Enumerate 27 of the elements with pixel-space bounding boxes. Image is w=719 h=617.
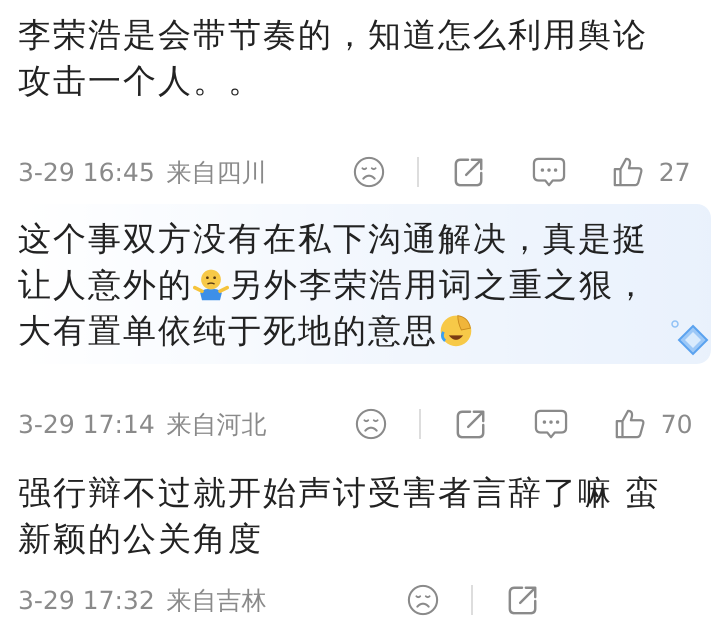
comment-icon[interactable] xyxy=(530,156,567,188)
comment-time: 3-29 17:32 xyxy=(18,586,155,614)
like-count: 27 xyxy=(658,158,691,186)
comment-text: 让人意外的 xyxy=(18,265,193,304)
comment-location: 来自四川 xyxy=(166,156,268,188)
thumbs-up-icon[interactable] xyxy=(612,408,647,440)
comment-text: 强行辩不过就开始声讨受害者言辞了嘛 蛮 xyxy=(18,473,660,512)
comment-icon[interactable] xyxy=(532,408,569,440)
comment-text: 新颖的公关角度 xyxy=(18,519,263,558)
sad-face-icon[interactable] xyxy=(406,584,439,616)
comment-time: 3-29 16:45 xyxy=(18,158,155,186)
comment-time: 3-29 17:14 xyxy=(18,410,155,438)
share-icon[interactable] xyxy=(452,156,485,188)
laughing-facepalm-emoji-icon xyxy=(438,312,474,348)
comment-location: 来自河北 xyxy=(166,408,268,440)
comment-text: 李荣浩是会带节奏的，知道怎么利用舆论 xyxy=(18,15,648,54)
sad-face-icon[interactable] xyxy=(352,156,385,188)
comment-text: 这个事双方没有在私下沟通解决，真是挺 xyxy=(18,219,648,258)
comment-text: 另外李荣浩用词之重之狠， xyxy=(229,265,649,304)
comment-location: 来自吉林 xyxy=(166,584,268,616)
share-icon[interactable] xyxy=(454,408,487,440)
share-icon[interactable] xyxy=(506,584,539,616)
like-count: 70 xyxy=(660,410,693,438)
comment-text: 攻击一个人。。 xyxy=(18,61,263,100)
sad-face-icon[interactable] xyxy=(354,408,387,440)
thumbs-up-icon[interactable] xyxy=(610,156,645,188)
comment-text: 大有置单依纯于死地的意思 xyxy=(18,311,438,350)
